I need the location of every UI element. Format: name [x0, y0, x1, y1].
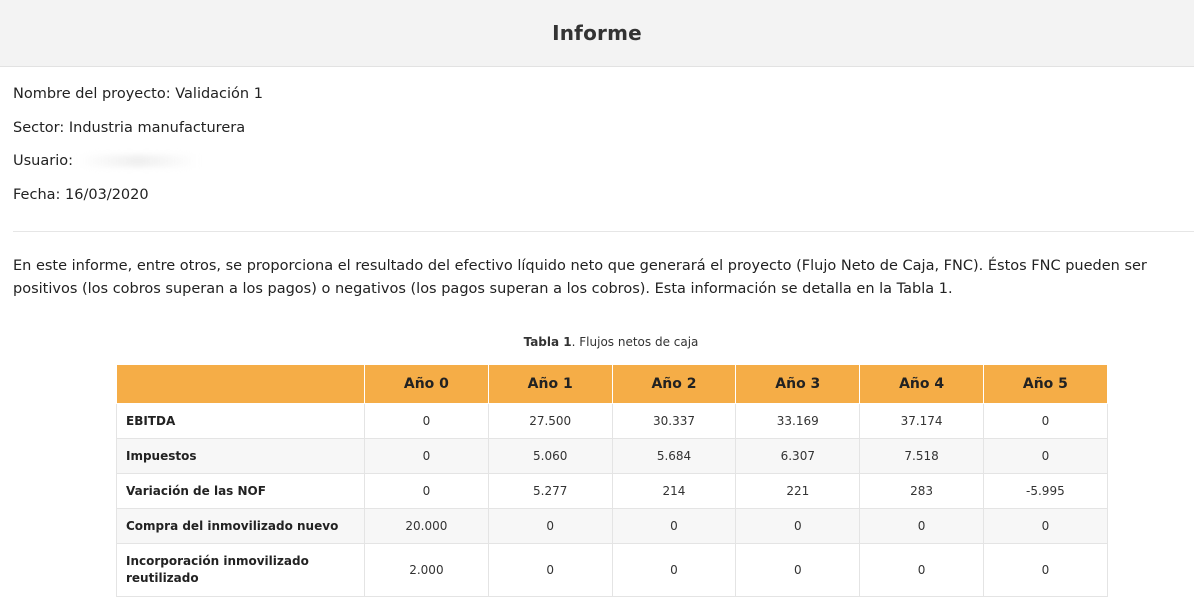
table-cell: 0 [364, 403, 489, 439]
table-cell: 5.277 [487, 473, 613, 509]
column-header-year-5: Año 5 [982, 365, 1108, 404]
table-cell: 5.684 [611, 438, 737, 474]
row-label: Compra del inmovilizado nuevo [116, 508, 365, 544]
table-cell: 37.174 [859, 403, 984, 439]
column-header-year-0: Año 0 [364, 365, 489, 404]
column-header-year-1: Año 1 [487, 365, 613, 404]
sector-line: Sector: Industria manufacturera [13, 119, 1194, 137]
table-cell: 27.500 [487, 403, 613, 439]
table-row-compra-inmovilizado: Compra del inmovilizado nuevo 20.000 0 0… [116, 508, 1108, 544]
table-header-row: Año 0 Año 1 Año 2 Año 3 Año 4 Año 5 [116, 365, 1108, 404]
table-cell: 214 [611, 473, 737, 509]
project-name-label: Nombre del proyecto: [13, 86, 171, 102]
column-header-year-2: Año 2 [611, 365, 737, 404]
cash-flow-table: Año 0 Año 1 Año 2 Año 3 Año 4 Año 5 EBIT… [116, 365, 1108, 597]
table-cell: 7.518 [859, 438, 984, 474]
project-name-line: Nombre del proyecto: Validación 1 [13, 85, 1194, 103]
table-row-variacion-nof: Variación de las NOF 0 5.277 214 221 283… [116, 473, 1108, 509]
table-cell: 283 [859, 473, 984, 509]
table-cell: 0 [982, 508, 1108, 544]
date-line: Fecha: 16/03/2020 [13, 186, 1194, 204]
user-value-redacted [77, 155, 198, 167]
table-caption: Tabla 1. Flujos netos de caja [0, 335, 1194, 349]
table-cell: 6.307 [735, 438, 861, 474]
row-label: EBITDA [116, 403, 365, 439]
table-cell: 5.060 [487, 438, 613, 474]
date-value: 16/03/2020 [65, 186, 149, 203]
column-header-year-4: Año 4 [859, 365, 984, 404]
table-cell: 0 [611, 508, 737, 544]
table-caption-number: Tabla 1 [523, 335, 572, 349]
user-label: Usuario: [13, 153, 73, 169]
intro-paragraph: En este informe, entre otros, se proporc… [13, 258, 1147, 297]
project-name-value: Validación 1 [175, 86, 263, 102]
row-label: Variación de las NOF [116, 473, 365, 509]
table-caption-text: . Flujos netos de caja [571, 335, 699, 349]
table-cell: 221 [735, 473, 861, 509]
column-header-concept [116, 365, 365, 404]
table-cell: 0 [735, 508, 861, 544]
section-divider [13, 231, 1194, 232]
table-cell: 0 [859, 508, 984, 544]
date-label: Fecha: [13, 186, 61, 203]
table-cell: 0 [982, 438, 1108, 474]
column-header-year-3: Año 3 [735, 365, 861, 404]
table-cell: 0 [487, 508, 613, 544]
table-cell: 0 [982, 403, 1108, 439]
sector-value: Industria manufacturera [68, 119, 246, 136]
table-row-impuestos: Impuestos 0 5.060 5.684 6.307 7.518 0 [116, 438, 1108, 474]
page-title: Informe [552, 21, 642, 45]
table-cell: 0 [364, 473, 489, 509]
table-row-ebitda: EBITDA 0 27.500 30.337 33.169 37.174 0 [116, 403, 1108, 439]
table-cell: 30.337 [611, 403, 737, 439]
table-cell: -5.995 [982, 473, 1108, 509]
table-cell: 20.000 [364, 508, 489, 544]
report-header: Informe [0, 0, 1194, 67]
table-cell: 0 [364, 438, 489, 474]
row-label: Impuestos [116, 438, 365, 474]
sector-label: Sector: [13, 119, 65, 136]
project-metadata: Nombre del proyecto: Validación 1 Sector… [0, 67, 1194, 204]
table-cell: 33.169 [735, 403, 861, 439]
user-line: Usuario: [13, 152, 1194, 170]
